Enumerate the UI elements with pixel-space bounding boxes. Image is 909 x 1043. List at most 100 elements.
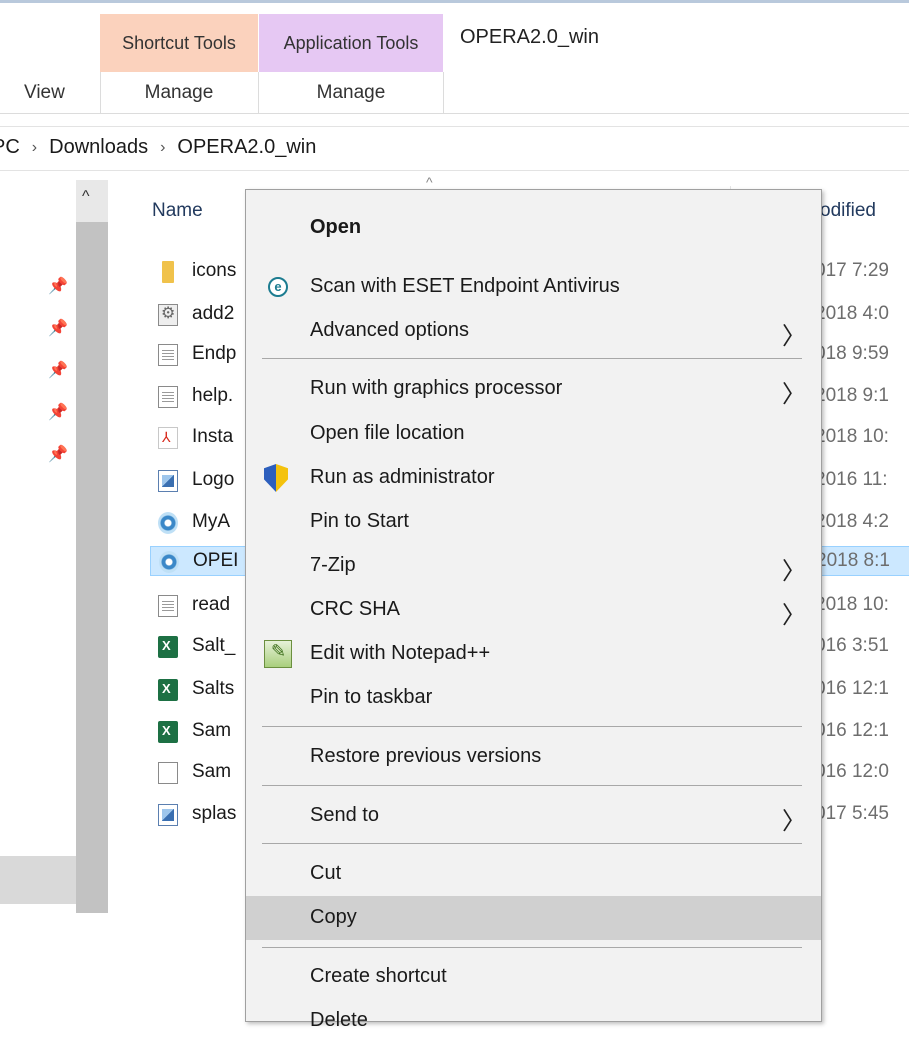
menu-item-create-shortcut[interactable]: Create shortcut [246,955,821,999]
uac-shield-icon [264,464,288,492]
notepad-plus-plus-icon [264,640,292,668]
menu-item-label: Open [310,216,362,238]
file-date: 2016 11: [815,469,888,490]
menu-item-crc-sha[interactable]: CRC SHA 〉 [246,588,821,632]
pin-icon[interactable]: 📌 [48,318,68,338]
file-name: MyA [192,511,230,532]
file-date: 2018 10: [815,426,889,447]
window-top-border [0,0,909,3]
menu-item-label: Create shortcut [310,965,447,987]
menu-item-run-as-administrator[interactable]: Run as administrator [246,456,821,500]
file-date: 2018 10: [815,594,889,615]
address-bar-bottom-border [0,170,909,171]
menu-item-pin-to-start[interactable]: Pin to Start [246,500,821,544]
file-name: Insta [192,426,234,447]
address-bar-top-border [0,126,909,127]
file-date: 2018 4:0 [815,303,889,324]
shortcut-tools-context-tab[interactable]: Shortcut Tools [100,14,258,72]
menu-item-advanced-options[interactable]: Advanced options 〉 [246,309,821,353]
breadcrumb-pc[interactable]: PC [0,136,20,159]
menu-item-label: Open file location [310,422,465,444]
menu-separator [262,843,802,844]
submenu-arrow-icon: 〉 [782,808,806,835]
menu-item-label: Pin to taskbar [310,686,433,708]
menu-separator [262,785,802,786]
pin-icon[interactable]: 📌 [48,360,68,380]
nav-pane-selected-item[interactable] [0,856,76,904]
file-date: 016 12:1 [815,678,889,699]
menu-item-send-to[interactable]: Send to 〉 [246,794,821,838]
window-title: OPERA2.0_win [460,26,599,48]
tab-manage-shortcut[interactable]: Manage [100,82,258,104]
file-name: splas [192,803,237,824]
file-name: Logo [192,469,235,490]
scroll-up-icon[interactable]: ^ [82,188,90,206]
menu-item-label: Advanced options [310,319,470,341]
eset-antivirus-icon: e [268,277,288,297]
breadcrumb-downloads[interactable]: Downloads [49,136,148,159]
submenu-arrow-icon: 〉 [782,558,806,585]
file-date: 2018 8:1 [816,550,890,571]
menu-item-restore-previous-versions[interactable]: Restore previous versions [246,735,821,779]
pin-icon[interactable]: 📌 [48,276,68,296]
pdf-icon [158,427,178,449]
text-document-icon [158,344,178,366]
pin-icon[interactable]: 📌 [48,402,68,422]
submenu-arrow-icon: 〉 [782,381,806,408]
menu-item-open[interactable]: Open [246,206,821,250]
text-document-icon [158,595,178,617]
chevron-right-icon[interactable]: › [160,139,165,157]
file-name: read [192,594,231,615]
folder-icon [162,261,174,283]
image-icon [158,804,178,826]
file-name: Sam [192,720,232,741]
file-name: Salt_ [192,635,236,656]
text-document-icon [158,386,178,408]
column-header-name[interactable]: Name [152,200,203,222]
menu-item-label: Delete [310,1009,368,1031]
blank-file-icon [158,762,178,784]
menu-item-eset-scan[interactable]: e Scan with ESET Endpoint Antivirus [246,265,821,309]
file-date: 017 5:45 [815,803,889,824]
tab-view[interactable]: View [24,82,65,104]
installer-gear-icon [158,303,178,326]
application-tools-context-tab[interactable]: Application Tools [259,14,443,72]
excel-icon [158,721,178,743]
submenu-arrow-icon: 〉 [782,323,806,350]
nav-pane-scrollbar-thumb[interactable] [76,222,108,913]
menu-item-cut[interactable]: Cut [246,852,821,896]
tab-divider [443,72,444,114]
file-name: Salts [192,678,235,699]
sort-ascending-icon: ^ [426,174,433,190]
app-icon [158,512,178,534]
file-date: 2018 4:2 [815,511,889,532]
image-icon [158,470,178,492]
chevron-right-icon[interactable]: › [32,139,37,157]
menu-item-label: Pin to Start [310,510,409,532]
menu-item-label: Cut [310,862,342,884]
tab-manage-application[interactable]: Manage [259,82,443,104]
menu-item-7zip[interactable]: 7-Zip 〉 [246,544,821,588]
file-name: Sam [192,761,232,782]
menu-item-edit-notepad-plus-plus[interactable]: Edit with Notepad++ [246,632,821,676]
excel-icon [158,636,178,658]
menu-separator [262,358,802,359]
pin-icon[interactable]: 📌 [48,444,68,464]
menu-item-copy[interactable]: Copy [246,896,821,940]
file-date: 017 7:29 [815,260,889,281]
app-shortcut-icon [159,551,179,573]
file-date: 016 12:1 [815,720,889,741]
menu-item-label: Copy [310,906,357,928]
file-name: OPEI [193,550,239,571]
menu-item-delete[interactable]: Delete [246,999,821,1043]
menu-item-label: Send to [310,804,379,826]
file-date: 016 3:51 [815,635,889,656]
menu-item-label: Scan with ESET Endpoint Antivirus [310,275,620,297]
menu-item-open-file-location[interactable]: Open file location [246,412,821,456]
menu-item-pin-to-taskbar[interactable]: Pin to taskbar [246,676,821,720]
file-date: 2018 9:1 [815,385,889,406]
menu-item-run-graphics-processor[interactable]: Run with graphics processor 〉 [246,367,821,411]
file-name: icons [192,260,237,281]
column-header-date-modified[interactable]: odified [820,200,876,222]
breadcrumb-opera-folder[interactable]: OPERA2.0_win [177,136,316,159]
